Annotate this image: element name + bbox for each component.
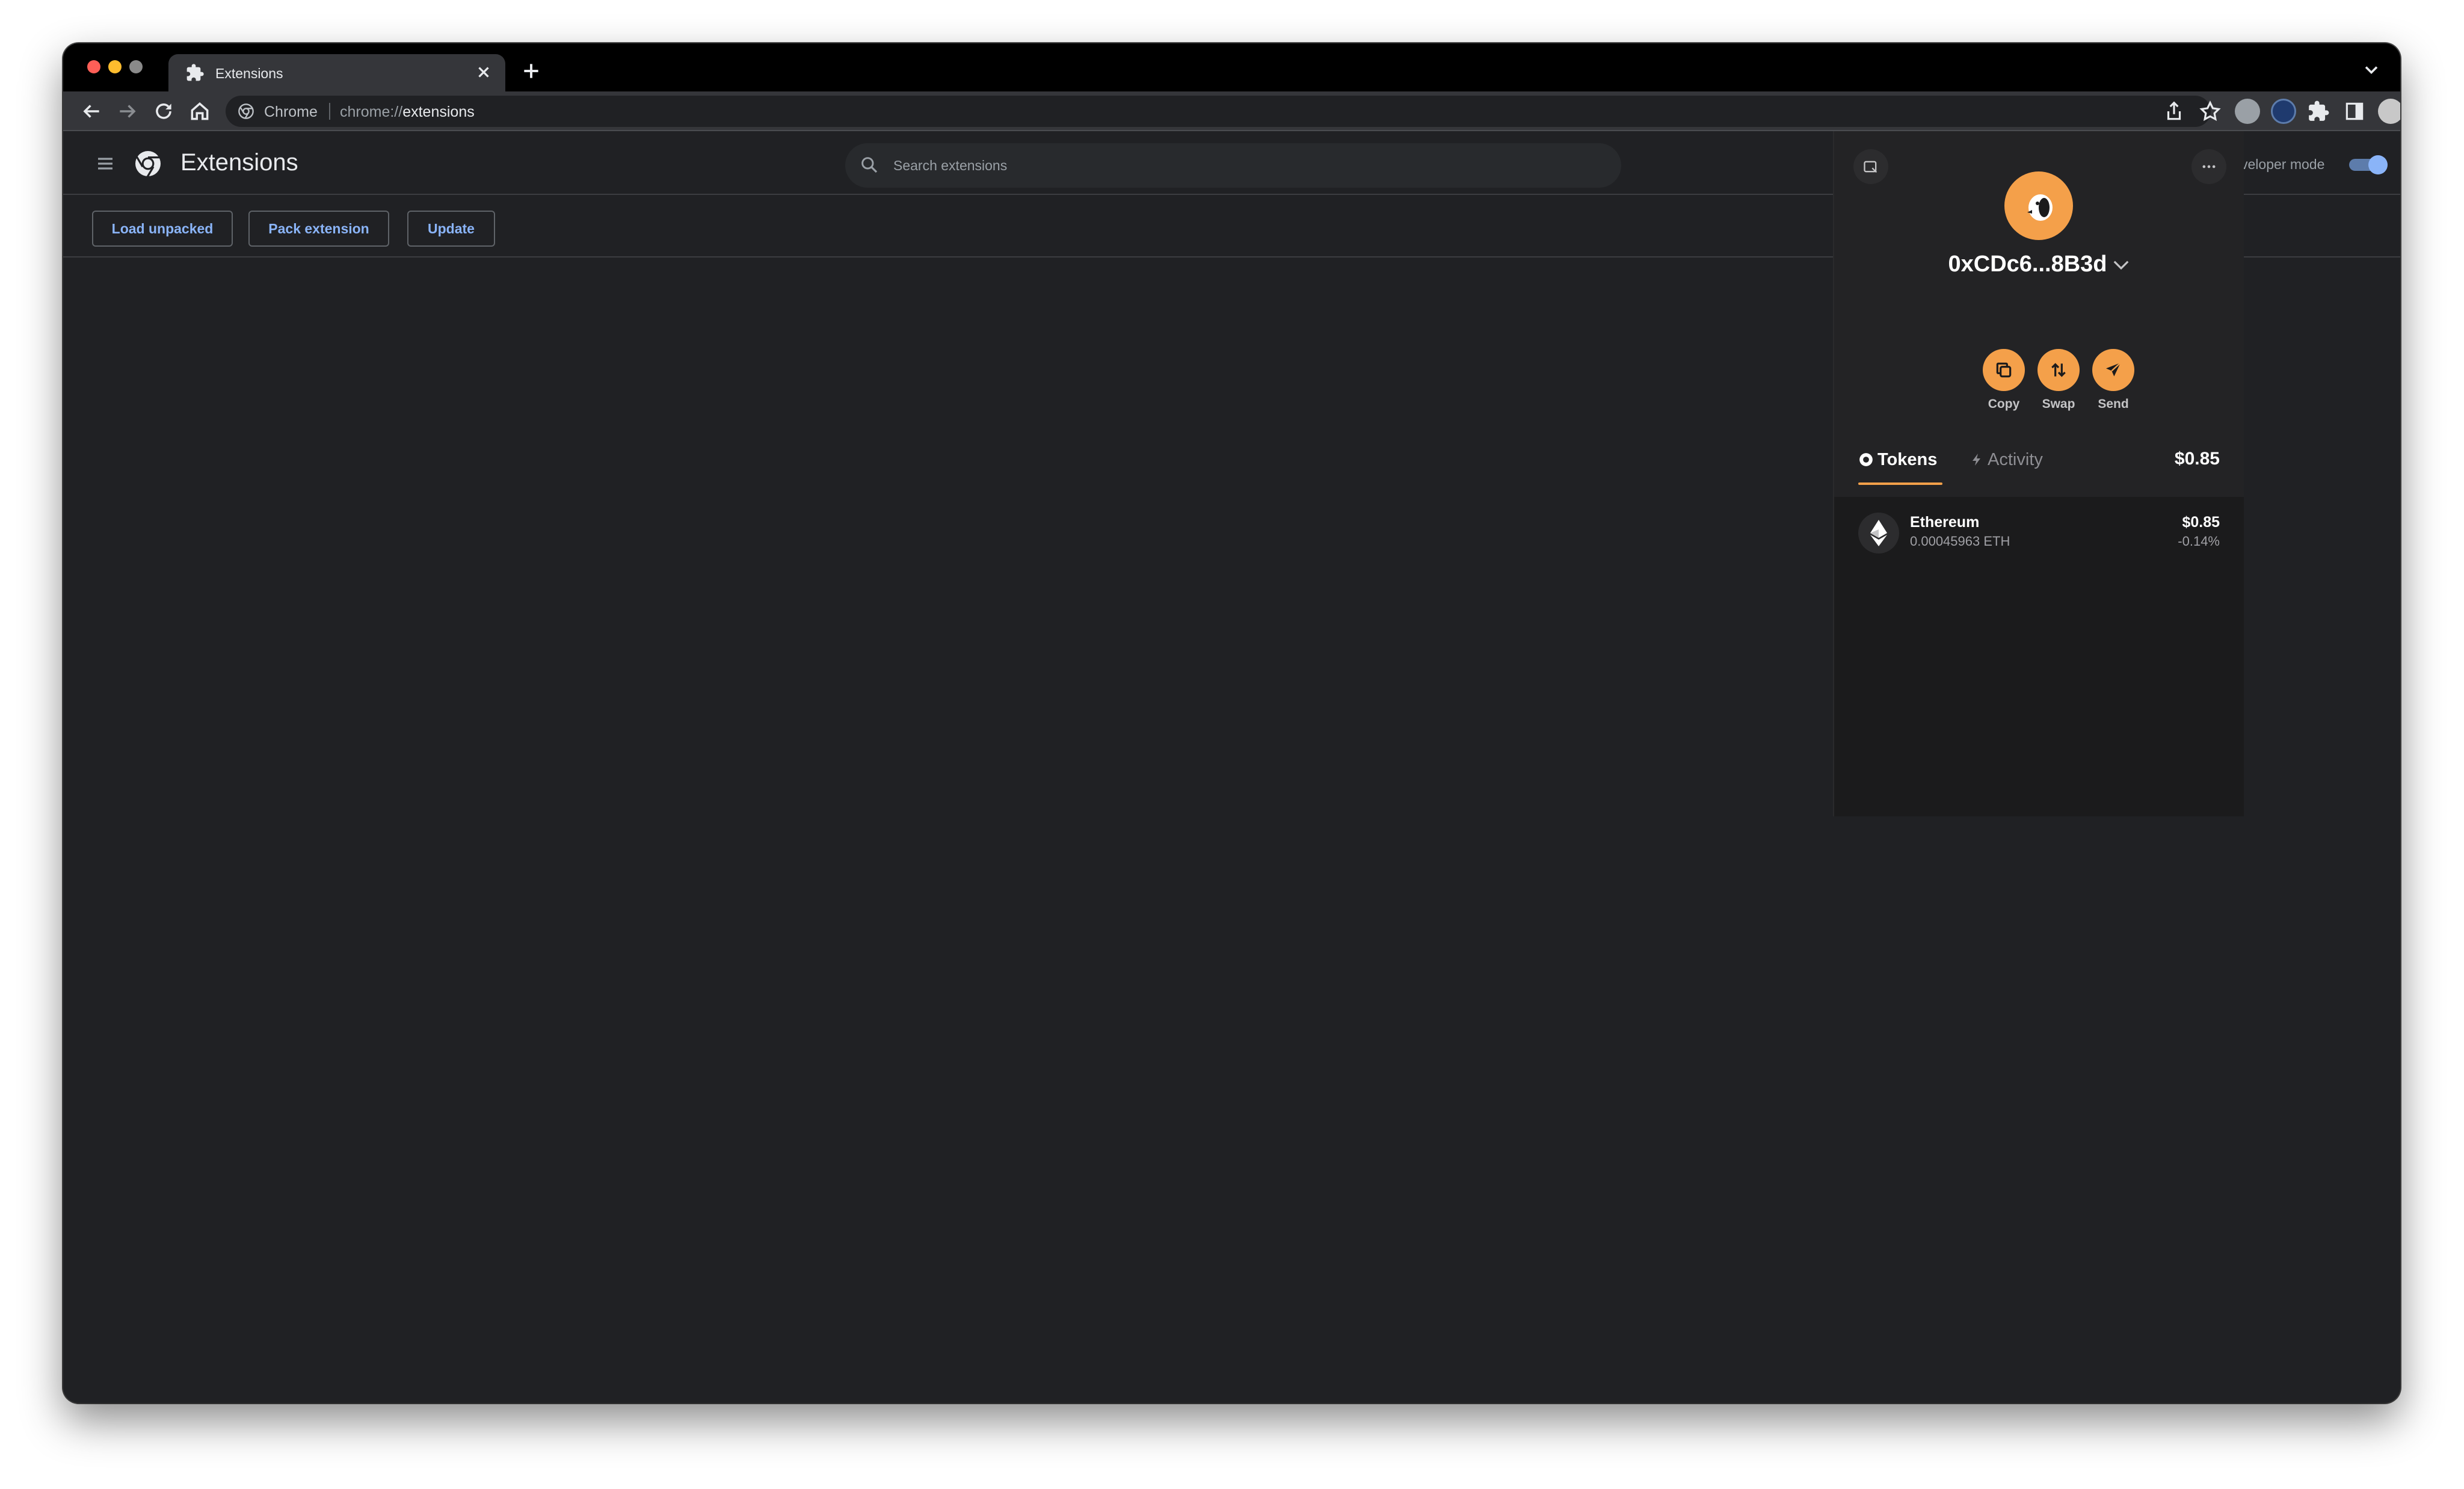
home-icon[interactable] bbox=[188, 100, 211, 123]
token-row-ethereum[interactable]: Ethereum 0.00045963 ETH $0.85 -0.14% bbox=[1834, 497, 2244, 569]
minimize-window-button[interactable] bbox=[108, 60, 122, 73]
penguin-avatar-icon bbox=[2027, 194, 2053, 221]
page-title: Extensions bbox=[180, 149, 298, 176]
pack-extension-button[interactable]: Pack extension bbox=[248, 211, 389, 247]
url-text: chrome://extensions bbox=[340, 103, 475, 120]
coin-icon bbox=[1859, 453, 1873, 466]
extension-wallet-icon[interactable] bbox=[2271, 99, 2296, 124]
browser-toolbar: Chrome chrome://extensions bbox=[63, 91, 2400, 131]
expand-window-icon bbox=[1864, 161, 1877, 173]
ethereum-icon bbox=[1858, 513, 1899, 553]
close-tab-icon[interactable] bbox=[473, 61, 494, 83]
tab-title: Extensions bbox=[215, 66, 283, 81]
send-button[interactable] bbox=[2092, 349, 2134, 391]
extensions-puzzle-icon[interactable] bbox=[2307, 100, 2330, 123]
tab-activity[interactable]: Activity bbox=[1970, 450, 2043, 470]
developer-mode-label: veloper mode bbox=[2241, 156, 2325, 172]
send-icon bbox=[2106, 362, 2121, 377]
expand-view-button[interactable] bbox=[1853, 149, 1888, 184]
chrome-logo-icon bbox=[135, 151, 161, 177]
profile-avatar-icon[interactable] bbox=[2378, 99, 2400, 124]
lightning-icon bbox=[1973, 454, 1980, 466]
developer-mode-toggle[interactable] bbox=[2349, 154, 2388, 174]
forward-icon[interactable] bbox=[116, 100, 139, 123]
address-bar[interactable]: Chrome chrome://extensions bbox=[226, 96, 2211, 127]
copy-label: Copy bbox=[1988, 397, 2020, 411]
tab-tokens[interactable]: Tokens bbox=[1858, 450, 1937, 470]
wallet-address[interactable]: 0xCDc6...8B3d bbox=[1834, 251, 2244, 277]
toggle-knob bbox=[2368, 155, 2388, 174]
token-change: -0.14% bbox=[2178, 534, 2220, 549]
tab-strip: Extensions bbox=[63, 43, 2400, 91]
chrome-site-icon[interactable] bbox=[238, 103, 254, 120]
puzzle-icon bbox=[186, 64, 204, 81]
reload-icon[interactable] bbox=[152, 100, 175, 123]
search-icon bbox=[861, 157, 878, 173]
tokens-tab-label: Tokens bbox=[1877, 450, 1938, 469]
omnibox-divider bbox=[329, 103, 330, 120]
search-placeholder: Search extensions bbox=[893, 158, 1008, 173]
tab-extensions[interactable]: Extensions bbox=[168, 54, 505, 91]
wallet-header: 0xCDc6...8B3d Copy Swap Send Tokens Acti… bbox=[1834, 131, 2244, 497]
new-tab-icon[interactable] bbox=[519, 59, 543, 83]
wallet-tabs: Tokens Activity $0.85 bbox=[1834, 444, 2244, 486]
swap-label: Swap bbox=[2042, 397, 2075, 411]
swap-button[interactable] bbox=[2037, 349, 2080, 391]
wallet-more-button[interactable] bbox=[2191, 149, 2226, 184]
chevron-down-icon bbox=[2113, 260, 2128, 270]
address-text: 0xCDc6...8B3d bbox=[1948, 251, 2107, 277]
browser-window: Extensions Chrome chrome://extensions Ex… bbox=[63, 43, 2400, 1403]
share-icon[interactable] bbox=[2163, 100, 2185, 123]
side-panel-icon[interactable] bbox=[2343, 100, 2366, 123]
back-icon[interactable] bbox=[80, 100, 103, 123]
active-tab-indicator bbox=[1858, 482, 1942, 485]
more-horizontal-icon bbox=[2202, 165, 2216, 168]
search-extensions-input[interactable]: Search extensions bbox=[845, 143, 1621, 188]
total-balance: $0.85 bbox=[2174, 449, 2220, 469]
extension-google-icon[interactable] bbox=[2235, 99, 2260, 124]
swap-icon bbox=[2051, 363, 2066, 377]
copy-button[interactable] bbox=[1983, 349, 2025, 391]
send-label: Send bbox=[2098, 397, 2129, 411]
site-chip-label: Chrome bbox=[264, 103, 318, 120]
token-value: $0.85 bbox=[2182, 514, 2220, 531]
close-window-button[interactable] bbox=[87, 60, 100, 73]
token-name: Ethereum bbox=[1910, 514, 1980, 531]
token-amount: 0.00045963 ETH bbox=[1910, 534, 2010, 549]
wallet-avatar[interactable] bbox=[2004, 171, 2073, 240]
tab-search-chevron-icon[interactable] bbox=[2361, 59, 2382, 81]
wallet-extension-popup: 0xCDc6...8B3d Copy Swap Send Tokens Acti… bbox=[1833, 131, 2244, 816]
copy-icon bbox=[1996, 362, 2012, 378]
bookmark-star-icon[interactable] bbox=[2199, 100, 2222, 123]
load-unpacked-button[interactable]: Load unpacked bbox=[92, 211, 233, 247]
hamburger-menu-icon[interactable] bbox=[94, 154, 116, 173]
update-button[interactable]: Update bbox=[407, 211, 495, 247]
fullscreen-window-button[interactable] bbox=[129, 60, 143, 73]
activity-tab-label: Activity bbox=[1988, 450, 2043, 469]
